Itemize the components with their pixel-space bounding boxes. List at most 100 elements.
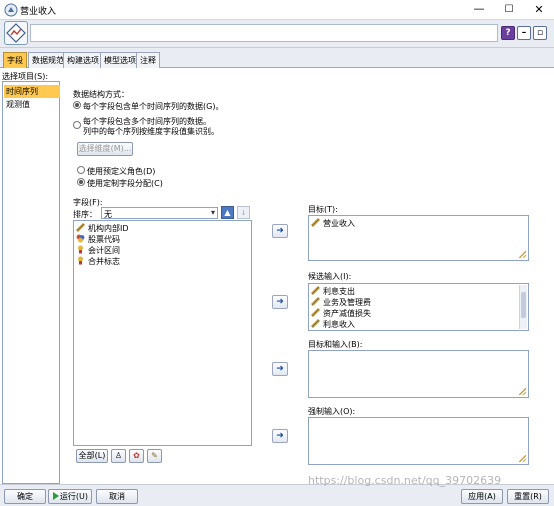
window-close-button[interactable]: ✕	[524, 0, 554, 20]
select-dimension-button[interactable]: 选择维度(M)...	[77, 142, 133, 156]
title-bar: 营业收入 — ☐ ✕	[0, 0, 554, 20]
multi-series-label-line2: 列中的每个序列按维度字段值集识别。	[83, 127, 219, 136]
flag-icon	[76, 245, 85, 254]
field-item[interactable]: 机构内部ID	[75, 222, 129, 234]
multi-series-radio[interactable]	[73, 121, 81, 129]
continuous-ruler-icon	[310, 307, 321, 318]
predefined-roles-radio[interactable]	[77, 166, 85, 174]
tab-fields[interactable]: 字段	[3, 52, 27, 68]
continuous-ruler-icon	[310, 217, 321, 228]
panel-maximize-button[interactable]: ▫	[533, 26, 547, 40]
predefined-roles-label: 使用预定义角色(D)	[87, 167, 156, 176]
single-series-label: 每个字段包含单个时间序列的数据(G)。	[83, 102, 224, 111]
node-toolbar: ? – ▫	[0, 20, 554, 48]
sort-descending-icon[interactable]: ↓	[237, 206, 250, 219]
candidate-item[interactable]: 资产减值损失	[310, 307, 371, 319]
field-item[interactable]: 股票代码	[76, 234, 120, 245]
target-box[interactable]: 营业收入	[308, 215, 529, 261]
arrow-right-icon: ➜	[276, 226, 284, 236]
tab-model-options[interactable]: 模型选项	[100, 52, 140, 68]
continuous-ruler-icon	[75, 222, 86, 233]
select-all-button[interactable]: 全部(L)	[76, 449, 108, 463]
candidate-item[interactable]: 利息支出	[310, 285, 355, 297]
tab-annotations[interactable]: 注释	[136, 52, 160, 68]
candidate-label: 利息支出	[323, 287, 355, 296]
field-item[interactable]: 合并标志	[76, 256, 120, 267]
ok-button[interactable]: 确定	[4, 489, 46, 504]
field-label: 会计区间	[88, 246, 120, 255]
candidates-box[interactable]: 利息支出 业务及管理费 资产减值损失 利息收入	[308, 283, 529, 331]
window-minimize-button[interactable]: —	[464, 0, 494, 20]
target-item[interactable]: 营业收入	[310, 217, 355, 229]
window-title: 营业收入	[20, 7, 57, 17]
scrollbar-thumb[interactable]	[521, 292, 526, 318]
field-item[interactable]: 会计区间	[76, 245, 120, 256]
candidate-item[interactable]: 业务及管理费	[310, 296, 371, 308]
move-to-target-button[interactable]: ➜	[272, 224, 288, 238]
arrow-right-icon: ➜	[276, 364, 284, 374]
nominal-set-icon: ✿	[133, 451, 140, 460]
play-icon	[53, 492, 59, 500]
time-series-node-icon	[4, 21, 28, 45]
arrow-right-icon: ➜	[276, 297, 284, 307]
candidates-label: 候选输入(I):	[308, 272, 352, 281]
target-and-input-box[interactable]	[308, 350, 529, 398]
field-label: 股票代码	[88, 235, 120, 244]
target-and-input-label: 目标和输入(B):	[308, 340, 363, 349]
continuous-ruler-icon	[310, 318, 321, 329]
chevron-down-icon: ▾	[210, 208, 215, 217]
flag-icon: ♙	[114, 451, 123, 460]
custom-assignment-radio[interactable]	[77, 178, 85, 186]
flag-icon	[76, 256, 85, 265]
continuous-ruler-icon: ✎	[151, 451, 158, 460]
move-to-target-and-input-button[interactable]: ➜	[272, 362, 288, 376]
single-series-radio[interactable]	[73, 101, 81, 109]
candidate-label: 利息收入	[323, 320, 355, 329]
tab-build-options[interactable]: 构建选项	[63, 52, 103, 68]
app-icon	[4, 3, 18, 17]
arrow-right-icon: ➜	[276, 431, 284, 441]
fields-list: 机构内部ID 股票代码 会计区间 合并标志	[73, 220, 252, 446]
candidates-scrollbar[interactable]	[519, 285, 527, 329]
target-item-label: 营业收入	[323, 219, 355, 228]
node-name-field[interactable]	[30, 24, 498, 42]
custom-assignment-label: 使用定制字段分配(C)	[87, 179, 163, 188]
filter-continuous-button[interactable]: ✎	[147, 449, 162, 463]
sort-label: 排序：	[73, 210, 97, 219]
candidate-label: 业务及管理费	[323, 298, 371, 307]
tab-data-spec[interactable]: 数据规范	[28, 52, 68, 68]
footer-bar: 确定 运行(U) 取消 应用(A) 重置(R)	[0, 484, 554, 506]
apply-button[interactable]: 应用(A)	[461, 489, 503, 504]
run-button[interactable]: 运行(U)	[48, 489, 92, 504]
window-maximize-button[interactable]: ☐	[494, 0, 524, 20]
list-item-observations[interactable]: 观测值	[4, 98, 60, 111]
field-label: 合并标志	[88, 257, 120, 266]
reset-button[interactable]: 重置(R)	[507, 489, 549, 504]
resize-grip-icon[interactable]	[519, 388, 526, 395]
help-button[interactable]: ?	[501, 26, 515, 40]
watermark: https://blog.csdn.net/qq_39702639	[308, 474, 502, 487]
sort-ascending-icon[interactable]: ▲	[221, 206, 234, 219]
panel-minimize-button[interactable]: –	[517, 26, 531, 40]
resize-grip-icon[interactable]	[519, 455, 526, 462]
filter-nominal-button[interactable]: ✿	[129, 449, 144, 463]
move-to-candidates-button[interactable]: ➜	[272, 295, 288, 309]
field-label: 机构内部ID	[88, 224, 129, 233]
continuous-ruler-icon	[310, 285, 321, 296]
target-label: 目标(T):	[308, 205, 338, 214]
tab-bar: 字段 数据规范 构建选项 模型选项 注释	[0, 48, 554, 68]
structure-heading: 数据结构方式：	[73, 90, 129, 99]
move-to-forced-input-button[interactable]: ➜	[272, 429, 288, 443]
forced-input-box[interactable]	[308, 417, 529, 465]
candidate-item[interactable]: 利息收入	[310, 318, 355, 330]
sort-value: 无	[104, 210, 112, 219]
continuous-ruler-icon	[310, 296, 321, 307]
nominal-set-icon	[76, 234, 85, 243]
forced-input-label: 强制输入(O):	[308, 407, 356, 416]
cancel-button[interactable]: 取消	[96, 489, 138, 504]
filter-flag-button[interactable]: ♙	[111, 449, 126, 463]
fields-label: 字段(F):	[73, 198, 103, 207]
list-item-time-series[interactable]: 时间序列	[4, 85, 60, 98]
resize-grip-icon[interactable]	[519, 251, 526, 258]
sort-dropdown[interactable]: 无 ▾	[101, 207, 218, 219]
